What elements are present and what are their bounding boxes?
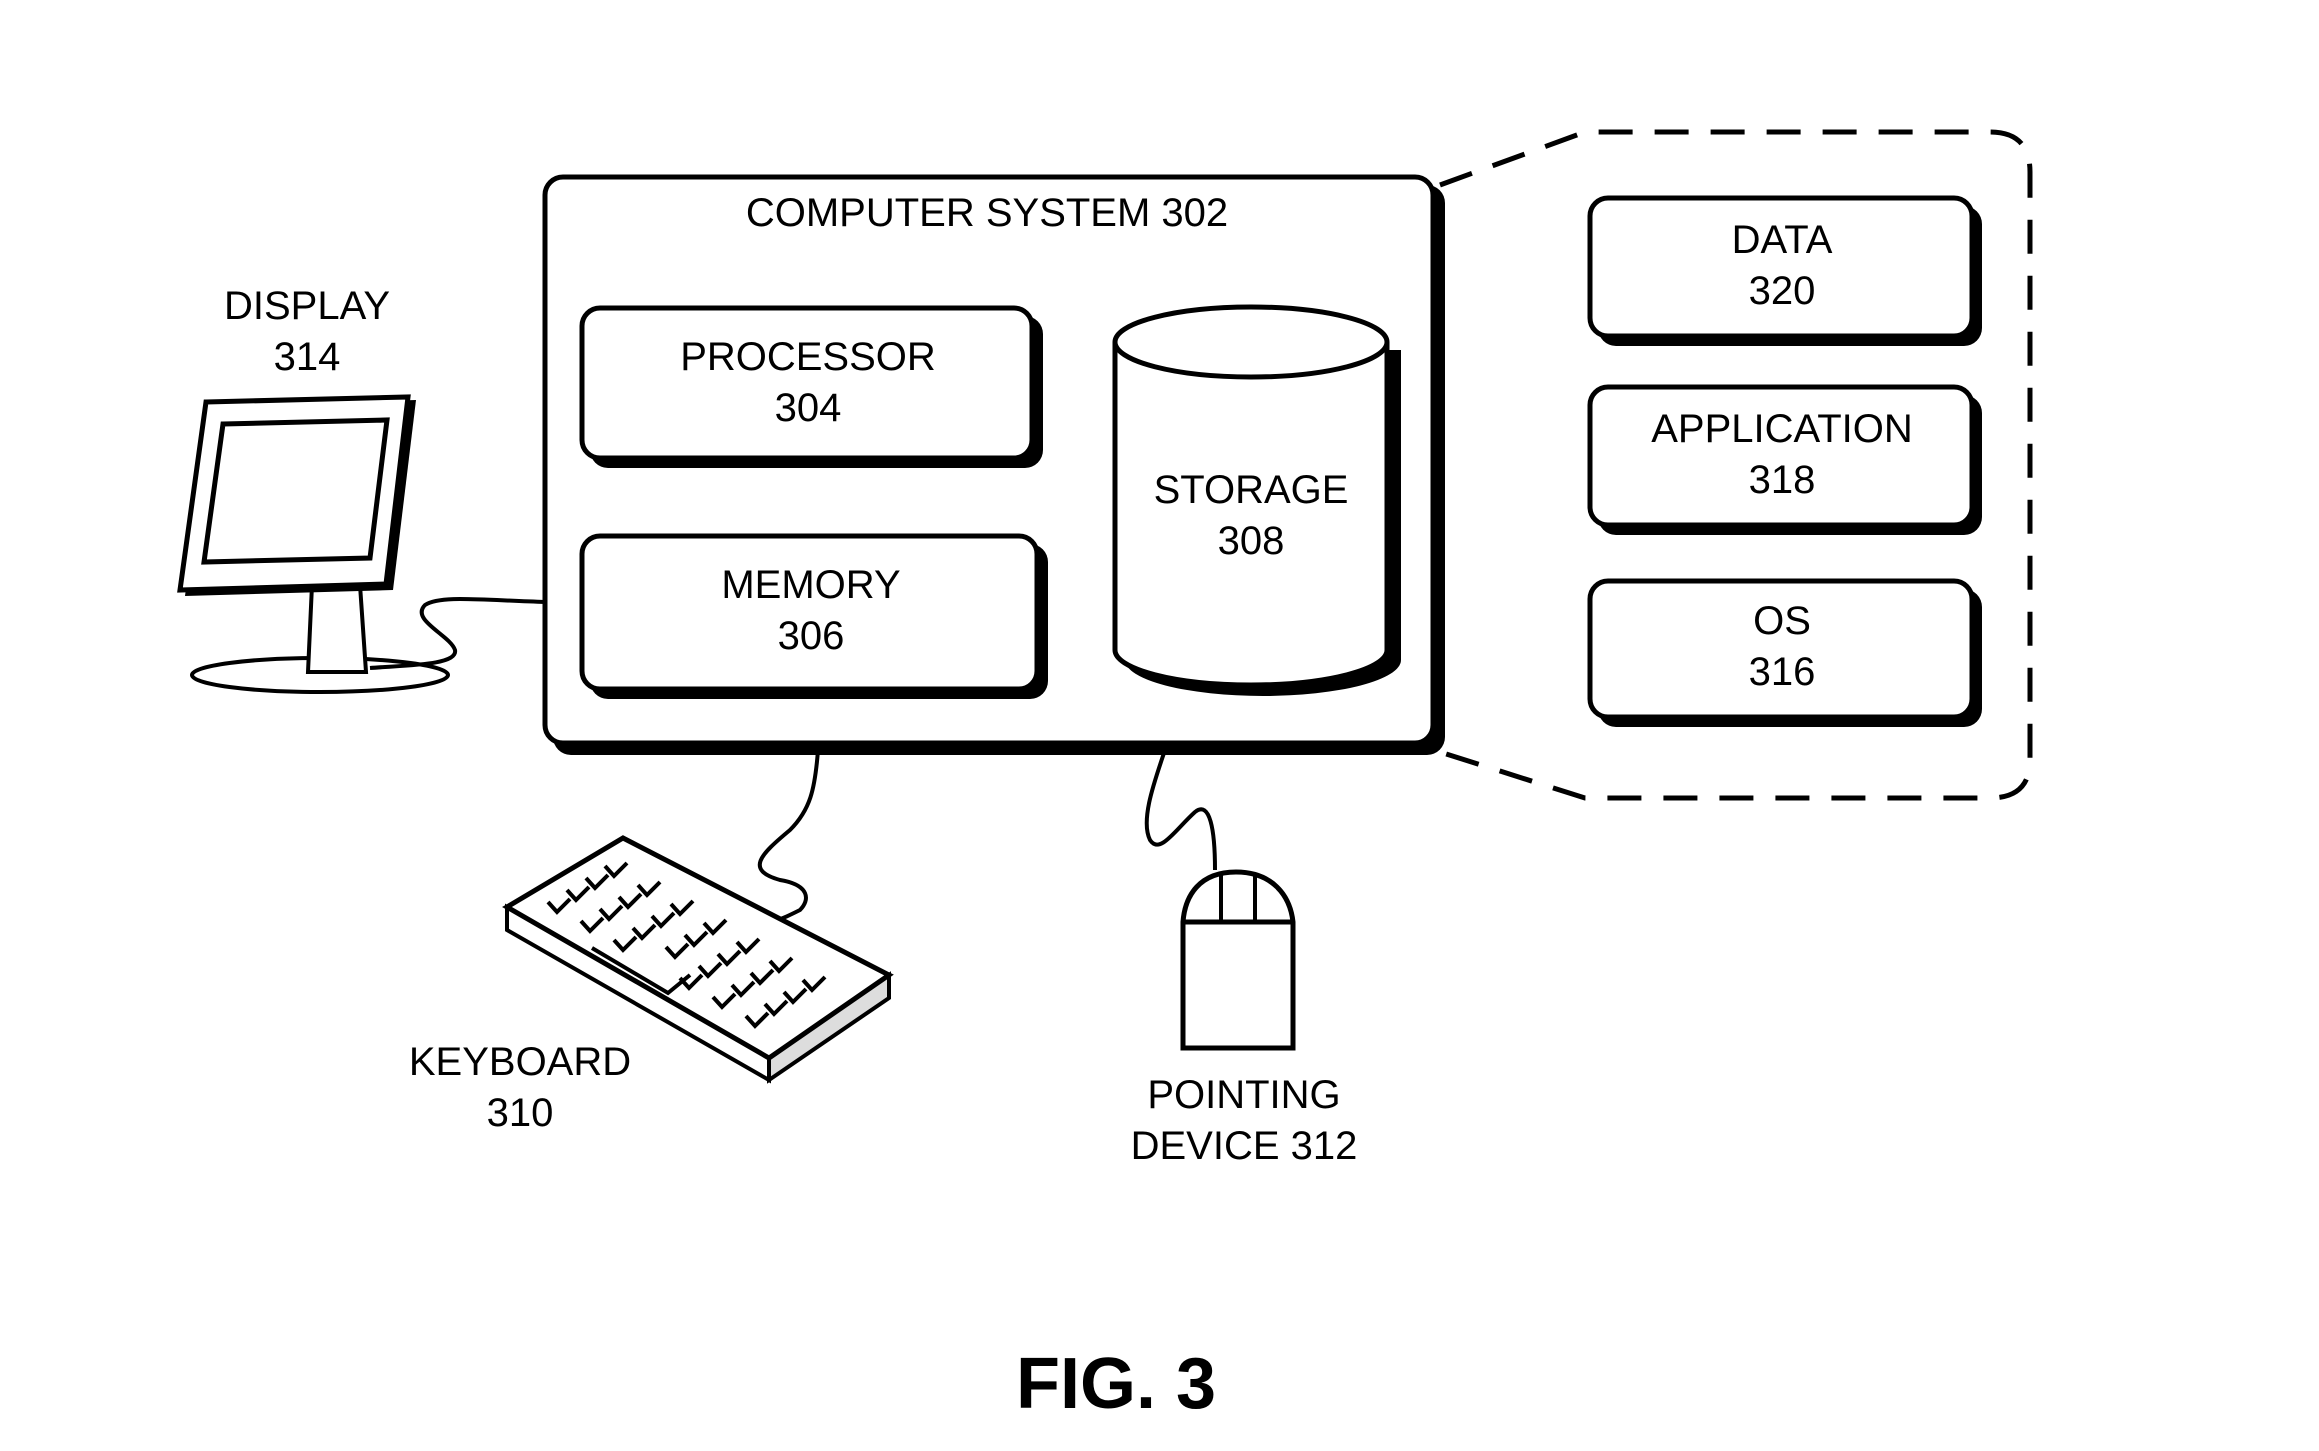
keyboard-name: KEYBOARD	[409, 1040, 631, 1084]
display-name: DISPLAY	[224, 284, 390, 328]
display-ref: 314	[274, 335, 341, 379]
data-name: DATA	[1732, 218, 1833, 262]
display-cable	[369, 597, 546, 670]
keyboard-ref: 310	[487, 1091, 554, 1135]
diagram: COMPUTER SYSTEM 302 PROCESSOR 304 MEMORY…	[177, 129, 2033, 1424]
data-ref: 320	[1749, 269, 1816, 313]
display-icon: DISPLAY 314	[177, 284, 450, 694]
pointing-device-icon	[1180, 869, 1296, 1051]
os-name: OS	[1753, 599, 1811, 643]
data-box: DATA 320	[1587, 195, 1982, 346]
application-box: APPLICATION 318	[1587, 384, 1982, 535]
processor-name: PROCESSOR	[680, 335, 936, 379]
pointing-device-line1: POINTING	[1147, 1073, 1340, 1117]
os-ref: 316	[1749, 650, 1816, 694]
processor-ref: 304	[775, 386, 842, 430]
storage-ref: 308	[1218, 519, 1285, 563]
computer-system-label: COMPUTER SYSTEM 302	[746, 191, 1228, 235]
pointing-device-line2: DEVICE 312	[1131, 1124, 1358, 1168]
processor-box: PROCESSOR 304	[579, 305, 1043, 468]
figure-caption: FIG. 3	[1016, 1344, 1216, 1424]
keyboard-cable	[757, 749, 820, 923]
mouse-cable	[1144, 749, 1217, 871]
storage-name: STORAGE	[1154, 468, 1349, 512]
memory-name: MEMORY	[721, 563, 900, 607]
os-box: OS 316	[1587, 578, 1982, 727]
memory-ref: 306	[778, 614, 845, 658]
application-ref: 318	[1749, 458, 1816, 502]
application-name: APPLICATION	[1651, 407, 1913, 451]
memory-box: MEMORY 306	[579, 533, 1048, 699]
storage-cylinder: STORAGE 308	[1112, 304, 1401, 696]
